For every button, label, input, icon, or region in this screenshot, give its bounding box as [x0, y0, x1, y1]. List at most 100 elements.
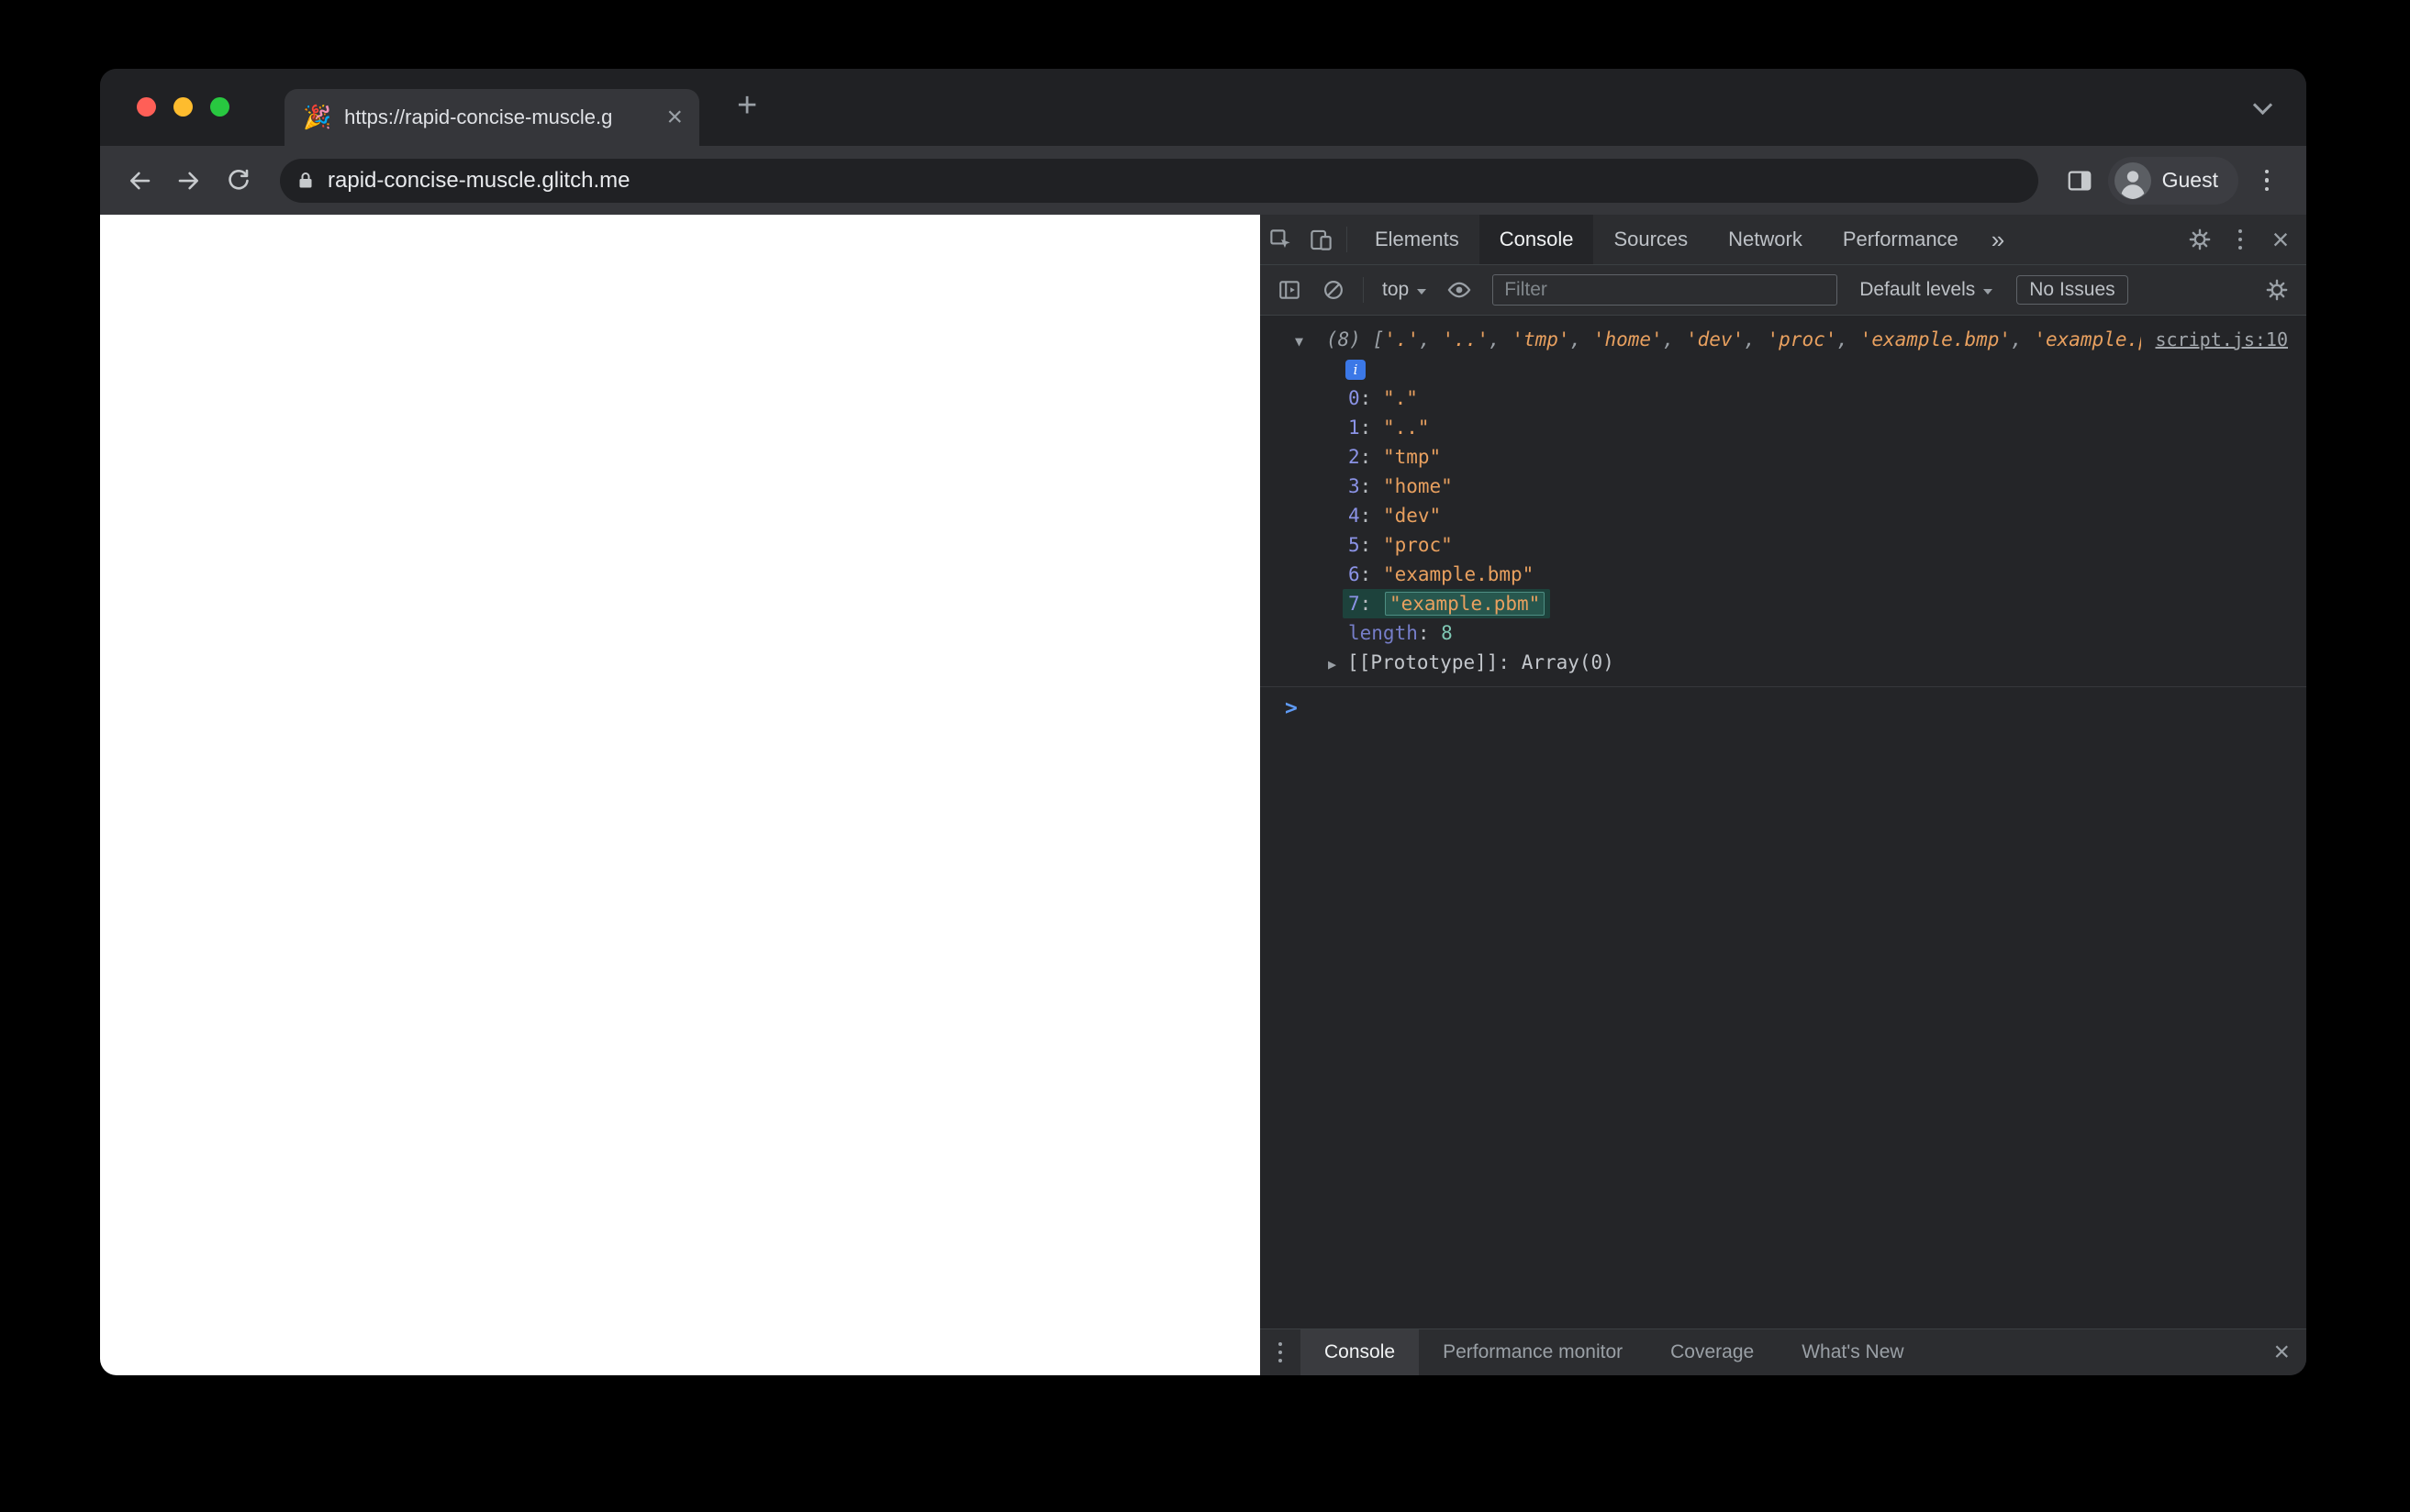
filter-input[interactable] [1492, 274, 1838, 306]
array-item-7: 7: "example.pbm" [1260, 589, 2306, 618]
tab-search-chevron-icon[interactable] [2251, 94, 2273, 118]
drawer-menu-button[interactable] [1260, 1332, 1300, 1373]
address-bar[interactable]: rapid-concise-muscle.glitch.me [280, 158, 2038, 203]
devtools-settings-button[interactable] [2180, 219, 2220, 260]
disclosure-open-icon[interactable]: ▼ [1295, 327, 1326, 356]
avatar-icon [2114, 161, 2151, 199]
devtools-close-button[interactable]: × [2260, 225, 2301, 254]
console-prompt-icon: > [1285, 696, 1298, 720]
forward-button[interactable] [168, 160, 210, 202]
new-tab-button[interactable]: + [733, 84, 761, 127]
devtools-tab-console[interactable]: Console [1478, 215, 1594, 264]
context-label: top [1382, 279, 1410, 300]
profile-label: Guest [2161, 168, 2218, 192]
console-settings-button[interactable] [2257, 270, 2297, 310]
reload-icon [229, 169, 249, 190]
more-tabs-button[interactable]: » [1979, 226, 2017, 254]
page-content [100, 215, 1260, 1375]
url-text: rapid-concise-muscle.glitch.me [328, 167, 630, 193]
tab-strip: 🎉 https://rapid-concise-muscle.g × + [100, 69, 2306, 146]
devtools-tab-sources[interactable]: Sources [1593, 215, 1708, 264]
array-item-4: 4: "dev" [1348, 505, 1442, 527]
drawer-tab-performance-monitor[interactable]: Performance monitor [1419, 1329, 1646, 1375]
prototype-value: Array(0) [1521, 651, 1614, 673]
array-preview: (8) ['.', '..', 'tmp', 'home', 'dev', 'p… [1326, 328, 2141, 350]
device-toolbar-button[interactable] [1300, 219, 1341, 260]
kebab-icon [2259, 164, 2275, 197]
back-button[interactable] [118, 160, 161, 202]
console-prompt-row[interactable]: > [1260, 687, 2306, 720]
inspect-element-button[interactable] [1260, 219, 1300, 260]
side-panel-button[interactable] [2059, 160, 2101, 202]
devtools-panel: Elements Console Sources Network Performance… [1260, 215, 2306, 1375]
screen: 🎉 https://rapid-concise-muscle.g × + rap… [0, 0, 2410, 1512]
source-link[interactable]: script.js:10 [2156, 325, 2289, 354]
array-item-2: 2: "tmp" [1348, 446, 1442, 468]
array-item-6: 6: "example.bmp" [1348, 563, 1534, 585]
drawer-tab-what-s-new[interactable]: What's New [1778, 1329, 1927, 1375]
reload-button[interactable] [218, 160, 260, 202]
forward-icon [178, 172, 199, 189]
devtools-tabbar: Elements Console Sources Network Performance… [1260, 215, 2306, 265]
drawer-tabs: Console Performance monitor Coverage What's… [1300, 1329, 1928, 1375]
devtools-tab-performance[interactable]: Performance [1823, 215, 1979, 264]
traffic-lights [137, 97, 229, 117]
live-expression-button[interactable] [1439, 270, 1479, 310]
array-length-row: length: 8 [1348, 622, 1453, 644]
drawer-bar: Console Performance monitor Coverage What's… [1260, 1329, 2306, 1375]
drawer-tab-console[interactable]: Console [1300, 1329, 1420, 1375]
window-content: Elements Console Sources Network Performance… [100, 215, 2306, 1375]
prototype-label: [[Prototype]] [1347, 651, 1499, 673]
context-selector[interactable]: top [1373, 279, 1435, 301]
zoom-window-button[interactable] [210, 97, 229, 117]
info-icon[interactable]: i [1345, 360, 1366, 380]
browser-menu-button[interactable] [2246, 160, 2288, 202]
chevron-down-icon [1417, 288, 1427, 295]
drawer-tab-coverage[interactable]: Coverage [1646, 1329, 1778, 1375]
array-item-0: 0: "." [1348, 387, 1418, 409]
clear-console-button[interactable] [1313, 270, 1354, 310]
back-icon [129, 172, 151, 189]
devtools-tabbar-right: × [2180, 219, 2306, 260]
tab-title: https://rapid-concise-muscle.g [344, 106, 613, 128]
tab-favicon-icon: 🎉 [303, 104, 332, 130]
browser-tab[interactable]: 🎉 https://rapid-concise-muscle.g × [285, 89, 699, 146]
console-toolbar: top Default levels No Issues [1260, 265, 2306, 316]
drawer-close-button[interactable]: × [2257, 1339, 2306, 1366]
issues-badge[interactable]: No Issues [2016, 275, 2128, 305]
side-panel-icon [2068, 171, 2091, 190]
array-item-1: 1: ".." [1348, 417, 1430, 439]
divider [1346, 227, 1347, 252]
array-items: 0: "." 1: ".." 2: "tmp" 3: "home" 4: "dev" 5:… [1260, 384, 2306, 618]
console-sidebar-icon [1279, 281, 1300, 299]
disclosure-closed-icon[interactable]: ▶ [1328, 656, 1336, 673]
devtools-tab-network[interactable]: Network [1708, 215, 1823, 264]
browser-window: 🎉 https://rapid-concise-muscle.g × + rap… [100, 69, 2306, 1375]
devtools-tabs: Elements Console Sources Network Performance [1355, 215, 1979, 264]
prototype-row[interactable]: ▶ [[Prototype]]: Array(0) [1260, 648, 2306, 679]
array-preview-row[interactable]: ▼ (8) ['.', '..', 'tmp', 'home', 'dev', … [1260, 325, 2306, 356]
device-toolbar-icon [1310, 229, 1332, 250]
array-item-3: 3: "home" [1348, 475, 1453, 497]
lock-icon [299, 172, 312, 187]
length-value: 8 [1441, 622, 1453, 644]
array-item-5: 5: "proc" [1348, 534, 1453, 556]
gear-icon [2189, 228, 2211, 250]
eye-icon [1447, 282, 1471, 298]
browser-toolbar: rapid-concise-muscle.glitch.me Guest [100, 146, 2306, 215]
devtools-tab-elements[interactable]: Elements [1355, 215, 1479, 264]
devtools-menu-button[interactable] [2220, 219, 2260, 260]
console-message: ▼ (8) ['.', '..', 'tmp', 'home', 'dev', … [1260, 323, 2306, 687]
minimize-window-button[interactable] [173, 97, 193, 117]
clear-console-icon [1324, 281, 1343, 299]
divider [1363, 277, 1364, 303]
chevron-down-icon [1983, 288, 1993, 295]
close-window-button[interactable] [137, 97, 156, 117]
kebab-icon [1273, 1337, 1288, 1368]
tab-close-icon[interactable]: × [663, 104, 686, 131]
levels-selector[interactable]: Default levels [1850, 279, 2002, 301]
evaluated-info-row: i [1260, 356, 2306, 384]
profile-button[interactable]: Guest [2107, 156, 2238, 205]
console-sidebar-button[interactable] [1269, 270, 1310, 310]
gear-icon [2266, 279, 2288, 301]
